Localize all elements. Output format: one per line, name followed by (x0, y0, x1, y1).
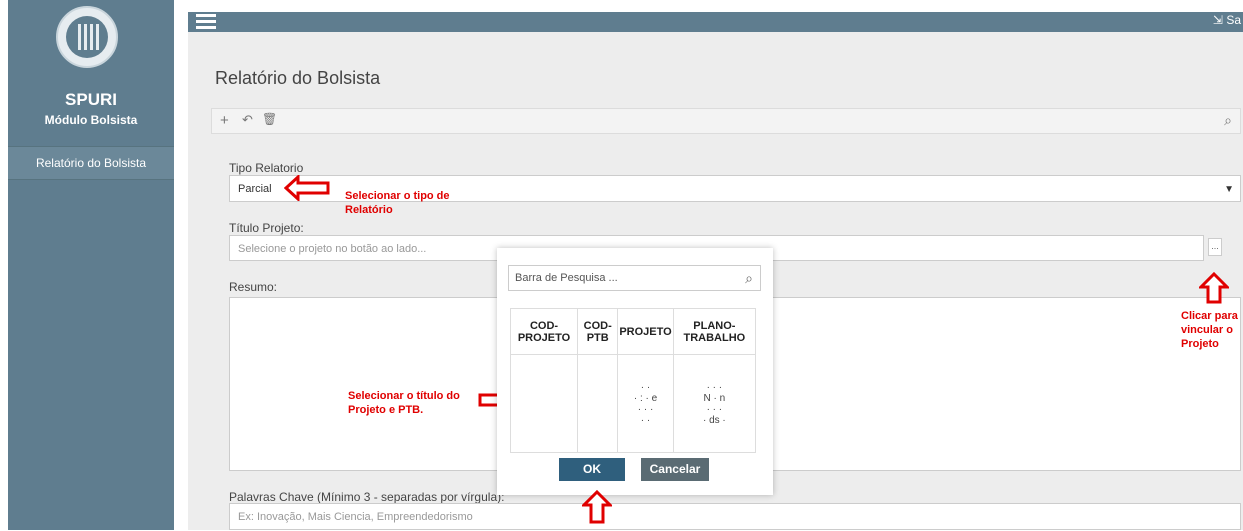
browse-projeto-button[interactable]: ... (1208, 238, 1222, 256)
arrow-left-icon (284, 175, 330, 201)
sidebar-item-relatorio[interactable]: Relatório do Bolsista (8, 146, 174, 180)
table-row[interactable]: · · · : · e · · · · · · · · N · n · · · · ds · (509, 354, 757, 453)
cell-projeto[interactable]: · · · : · e · · · · · (617, 354, 674, 453)
cell-plano-trabalho[interactable]: · · · N · n · · · · ds · (672, 354, 757, 453)
projeto-table: COD-PROJETO COD-PTB PROJETO PLANO-TRABAL… (509, 308, 757, 453)
palavras-chave-label: Palavras Chave (Mínimo 3 - separadas por… (229, 490, 505, 504)
resumo-label: Resumo: (229, 280, 278, 294)
cell-cod-projeto[interactable] (509, 354, 579, 453)
column-header-projeto[interactable]: PROJETO (617, 308, 674, 355)
add-icon[interactable]: + (220, 112, 229, 129)
search-icon[interactable]: ⌕ (745, 270, 753, 287)
modal-search-input[interactable]: Barra de Pesquisa ... ⌕ (508, 265, 761, 291)
palavras-chave-input[interactable]: Ex: Inovação, Mais Ciencia, Empreendedor… (229, 503, 1241, 530)
column-header-plano-trabalho[interactable]: PLANO-TRABALHO (672, 308, 757, 355)
cell-cod-ptb[interactable] (577, 354, 619, 453)
sidebar: SPURI Módulo Bolsista Relatório do Bolsi… (8, 0, 174, 530)
annotation-projeto: Clicar para vincular o Projeto (1181, 310, 1238, 350)
delete-icon[interactable]: 🗑 (262, 112, 277, 126)
annotation-titulo: Selecionar o título do Projeto e PTB. (348, 390, 460, 416)
menu-icon[interactable] (196, 14, 216, 29)
search-icon[interactable]: ⌕ (1224, 112, 1232, 129)
arrow-up-icon (582, 490, 612, 524)
projeto-selection-modal: Barra de Pesquisa ... ⌕ COD-PROJETO COD-… (497, 248, 773, 495)
exit-button[interactable]: ⇲ Sa (1213, 13, 1241, 27)
cancel-button[interactable]: Cancelar (641, 458, 709, 481)
page-title: Relatório do Bolsista (215, 68, 381, 88)
annotation-tipo: Selecionar o tipo de Relatório (345, 190, 450, 216)
chevron-down-icon: ▼ (1224, 184, 1234, 195)
toolbar: + ↶ 🗑 ⌕ (211, 108, 1241, 134)
column-header-cod-projeto[interactable]: COD-PROJETO (509, 308, 579, 355)
arrow-up-icon (1199, 272, 1229, 304)
top-bar: ⇲ Sa (188, 12, 1243, 32)
titulo-projeto-label: Título Projeto: (229, 221, 304, 235)
module-name: Módulo Bolsista (44, 113, 138, 127)
app-name: SPURI (65, 90, 117, 109)
undo-icon[interactable]: ↶ (242, 112, 253, 128)
column-header-cod-ptb[interactable]: COD-PTB (577, 308, 619, 355)
ok-button[interactable]: OK (559, 458, 625, 481)
spuri-logo (56, 6, 118, 68)
tipo-relatorio-label: Tipo Relatorio (229, 161, 304, 175)
